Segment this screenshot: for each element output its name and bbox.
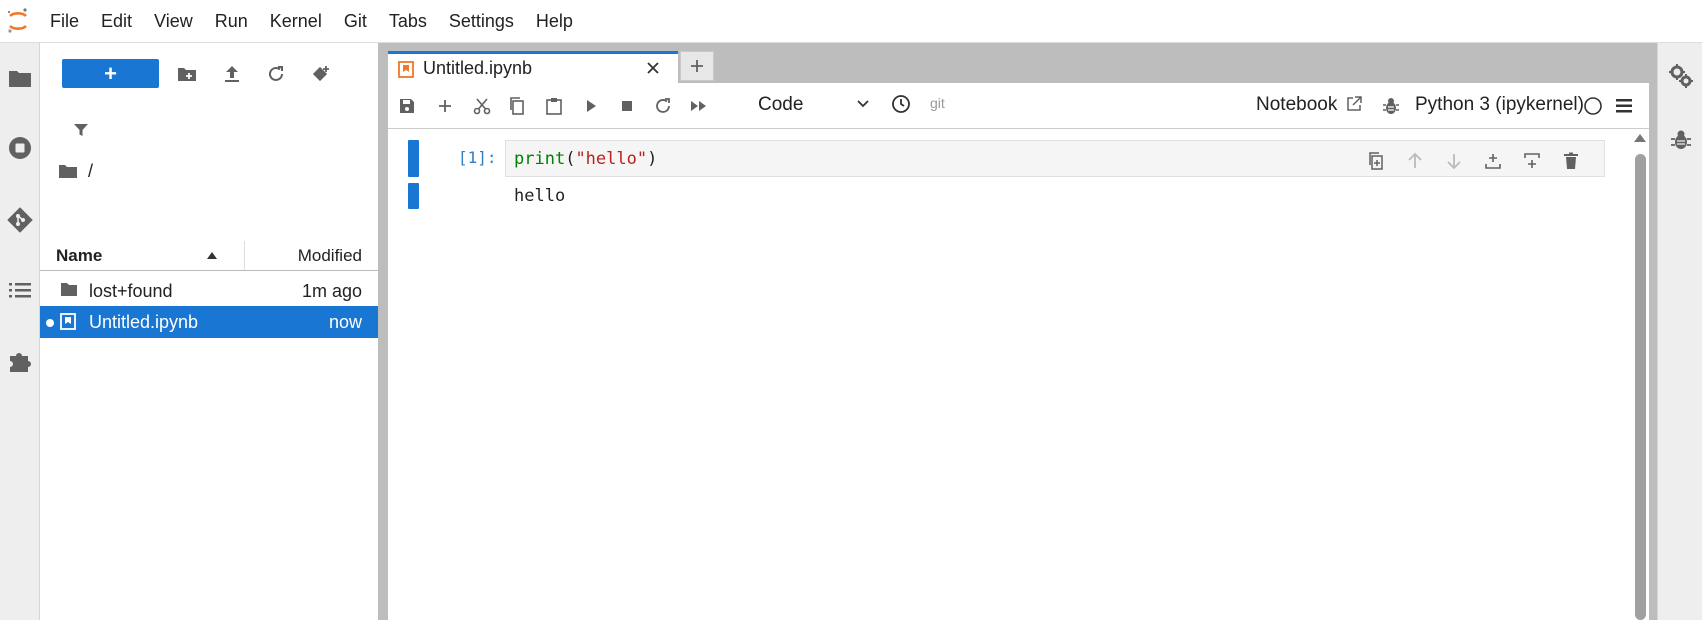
external-link-icon[interactable] [1341, 91, 1367, 117]
scrollbar-thumb[interactable] [1635, 154, 1646, 620]
file-row-untitled-ipynb[interactable]: Untitled.ipynb now [40, 306, 378, 338]
paste-icon[interactable] [541, 93, 567, 119]
insert-cell-icon[interactable] [432, 93, 458, 119]
file-modified: now [328, 311, 362, 332]
notebook-icon [60, 313, 76, 330]
new-launcher-button[interactable]: + [62, 59, 159, 88]
menu-edit[interactable]: Edit [90, 0, 143, 43]
new-tab-button[interactable] [680, 51, 714, 81]
menu-kernel[interactable]: Kernel [259, 0, 333, 43]
file-browser-panel: + / Name Modified lost+found 1m ago Unti… [40, 43, 378, 620]
menu-run[interactable]: Run [204, 0, 259, 43]
execution-count-prompt: [1]: [458, 148, 497, 167]
breadcrumb: / [58, 159, 93, 183]
tab-untitled-ipynb[interactable]: Untitled.ipynb [388, 51, 678, 83]
upload-icon[interactable] [218, 60, 246, 88]
folder-icon[interactable] [0, 58, 40, 98]
right-activity-bar [1657, 43, 1702, 620]
run-icon[interactable] [578, 93, 604, 119]
scroll-up-arrow-icon[interactable] [1634, 134, 1646, 142]
new-folder-button[interactable] [173, 60, 201, 88]
cell-type-value: Code [758, 94, 804, 115]
file-modified: 1m ago [301, 280, 362, 301]
cell-type-select[interactable]: Code [758, 90, 876, 120]
left-activity-bar [0, 43, 40, 620]
move-up-icon[interactable] [1403, 149, 1427, 173]
restart-icon[interactable] [650, 93, 676, 119]
menu-bar: File Edit View Run Kernel Git Tabs Setti… [0, 0, 1702, 43]
menu-git[interactable]: Git [333, 0, 378, 43]
sort-ascending-icon[interactable] [207, 252, 217, 259]
save-icon[interactable] [394, 93, 420, 119]
column-modified-header[interactable]: Modified [298, 246, 362, 266]
code-cell-editor[interactable]: print("hello") [505, 140, 1605, 177]
debugger-bug-icon[interactable] [1378, 93, 1404, 119]
menu-settings[interactable]: Settings [438, 0, 525, 43]
delete-cell-icon[interactable] [1559, 149, 1583, 173]
clock-icon[interactable] [888, 91, 914, 117]
home-folder-icon[interactable] [58, 163, 78, 179]
insert-cell-below-icon[interactable] [1520, 149, 1544, 173]
insert-cell-above-icon[interactable] [1481, 149, 1505, 173]
tab-label: Untitled.ipynb [423, 58, 533, 78]
cut-icon[interactable] [469, 93, 495, 119]
file-browser-toolbar: + [40, 43, 378, 103]
property-inspector-gears-icon[interactable] [1664, 59, 1698, 93]
running-indicator-dot [46, 319, 54, 327]
copy-icon[interactable] [504, 93, 530, 119]
close-icon[interactable] [645, 60, 661, 76]
column-divider[interactable] [244, 241, 245, 270]
jupyter-logo-icon[interactable] [0, 0, 36, 43]
cell-output-text: hello [514, 186, 566, 206]
file-name: lost+found [89, 280, 173, 301]
filter-icon[interactable] [67, 116, 95, 144]
menu-view[interactable]: View [143, 0, 204, 43]
menu-hamburger-icon[interactable] [1611, 93, 1637, 119]
kernel-status-idle-icon [1580, 93, 1606, 119]
file-name: Untitled.ipynb [89, 311, 199, 332]
notebook-icon [398, 61, 414, 78]
menu-file[interactable]: File [36, 0, 90, 43]
running-icon[interactable] [0, 128, 40, 168]
git-icon[interactable] [0, 200, 40, 240]
debugger-bug-icon[interactable] [1664, 123, 1698, 157]
stop-icon[interactable] [614, 93, 640, 119]
menu-tabs[interactable]: Tabs [378, 0, 438, 43]
extension-puzzle-icon[interactable] [0, 341, 40, 381]
move-down-icon[interactable] [1442, 149, 1466, 173]
folder-icon [60, 282, 78, 297]
vertical-scrollbar[interactable] [1630, 130, 1649, 620]
panel-splitter[interactable] [378, 43, 388, 620]
main-dock-area: Untitled.ipynb Code git Notebook Python … [388, 43, 1657, 620]
code-paren-open: ( [565, 148, 576, 169]
notebook-cells-area: [1]: print("hello") hello [388, 130, 1630, 620]
tab-bar: Untitled.ipynb [388, 43, 1657, 83]
open-in-notebook-button[interactable]: Notebook [1256, 94, 1337, 116]
notebook-panel: Code git Notebook Python 3 (ipykernel) [… [388, 83, 1649, 620]
fast-forward-icon[interactable] [686, 93, 712, 119]
notebook-toolbar: Code git Notebook Python 3 (ipykernel) [388, 83, 1649, 129]
git-clone-icon[interactable] [307, 60, 335, 88]
git-diff-button[interactable]: git [930, 95, 945, 111]
breadcrumb-root[interactable]: / [88, 161, 93, 182]
menu-help[interactable]: Help [525, 0, 584, 43]
code-paren-close: ) [647, 148, 658, 169]
input-collapser[interactable] [408, 140, 419, 177]
refresh-icon[interactable] [262, 60, 290, 88]
output-collapser[interactable] [408, 183, 419, 209]
code-string: "hello" [575, 148, 648, 169]
file-list-header: Name Modified [40, 241, 378, 271]
code-function: print [514, 148, 566, 169]
duplicate-cell-icon[interactable] [1364, 149, 1388, 173]
kernel-name-button[interactable]: Python 3 (ipykernel) [1415, 94, 1584, 116]
chevron-down-icon [856, 99, 870, 109]
column-name-header[interactable]: Name [56, 246, 102, 266]
table-of-contents-icon[interactable] [0, 270, 40, 310]
file-row-lost-found[interactable]: lost+found 1m ago [40, 275, 378, 307]
plus-icon: + [104, 60, 117, 86]
